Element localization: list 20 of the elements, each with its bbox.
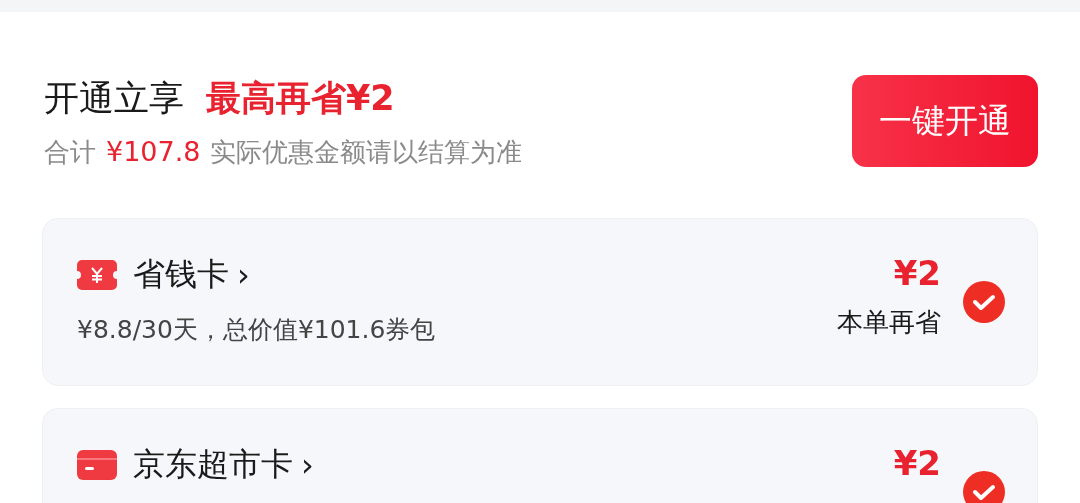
- activate-button[interactable]: 一键开通: [852, 75, 1038, 167]
- card-description: ¥8.8/30天，总价值¥101.6券包: [77, 314, 437, 346]
- card-name: 省钱卡: [133, 254, 229, 295]
- savings-label: 本单再省: [837, 306, 941, 339]
- offer-title: 开通立享: [44, 77, 184, 120]
- chevron: ›: [301, 446, 314, 484]
- chevron: ›: [237, 256, 250, 294]
- total-label: 合计: [44, 136, 96, 169]
- ticket-icon: [77, 260, 117, 290]
- checked-icon[interactable]: [963, 471, 1005, 503]
- savings-highlight: 最高再省¥2: [206, 77, 395, 120]
- membership-card[interactable]: 省钱卡 › ¥8.8/30天，总价值¥101.6券包 ¥2 本单再省: [42, 218, 1038, 386]
- membership-card[interactable]: 京东超市卡 › ¥2: [42, 408, 1038, 503]
- total-amount: ¥107.8: [106, 136, 201, 167]
- checked-icon[interactable]: [963, 281, 1005, 323]
- card-name: 京东超市卡: [133, 444, 293, 485]
- card-icon: [77, 450, 117, 480]
- savings-price: ¥2: [893, 253, 941, 293]
- savings-price: ¥2: [893, 443, 941, 483]
- settlement-note: 实际优惠金额请以结算为准: [210, 136, 523, 169]
